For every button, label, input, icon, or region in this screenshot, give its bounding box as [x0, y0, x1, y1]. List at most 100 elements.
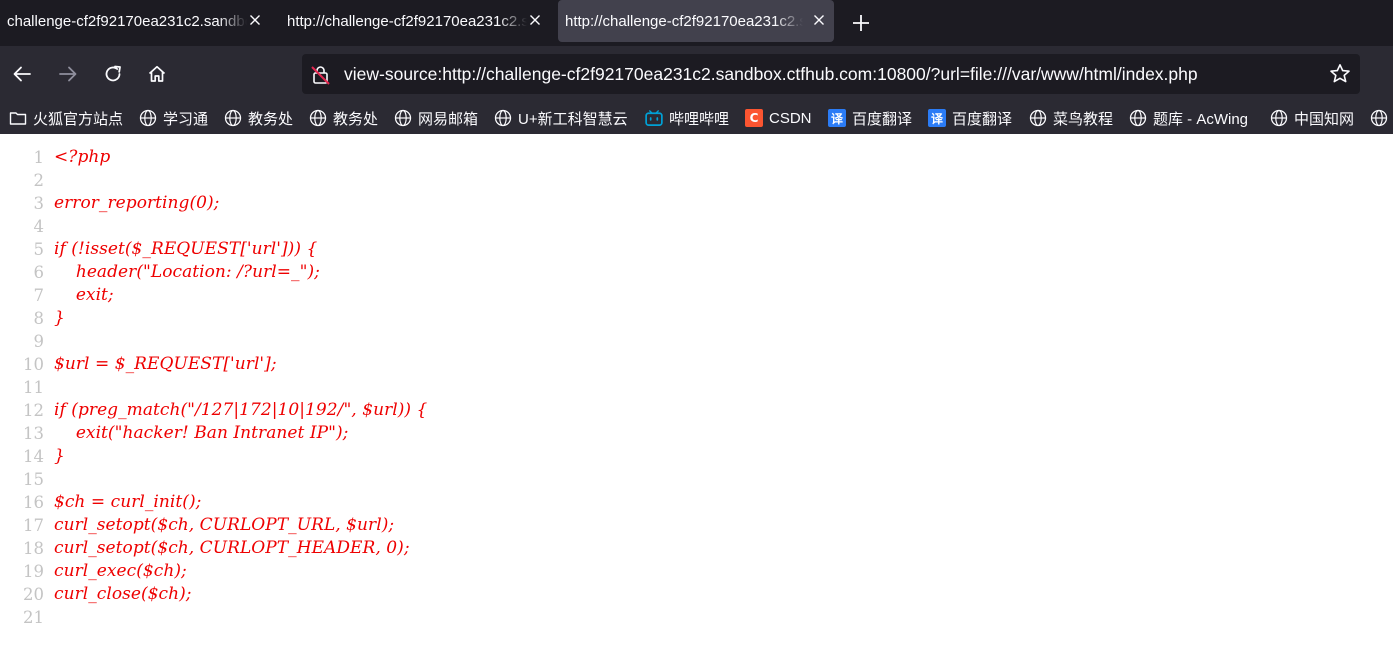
code-text: if (!isset($_REQUEST['url'])) {	[54, 239, 318, 259]
code-text: }	[54, 446, 65, 466]
bookmark-item[interactable]: U+新工科智慧云	[494, 102, 628, 134]
code-text: exit("hacker! Ban Intranet IP");	[54, 423, 349, 443]
line-number: 4	[33, 217, 45, 236]
line-number: 2	[33, 171, 45, 190]
forward-button[interactable]	[54, 60, 82, 88]
code-text: <?php	[54, 147, 111, 167]
back-button[interactable]	[8, 60, 36, 88]
code-text: header("Location: /?url=_");	[54, 262, 320, 282]
line-number: 1	[33, 148, 45, 167]
bookmark-item[interactable]: 学习通	[139, 102, 208, 134]
bookmark-item[interactable]: C CSDN	[745, 102, 812, 134]
plus-icon	[853, 15, 869, 31]
source-line: 19 curl_exec($ch);	[0, 560, 1393, 583]
bookmark-label: U+新工科智慧云	[518, 110, 628, 128]
code-text: curl_setopt($ch, CURLOPT_URL, $url);	[54, 515, 395, 535]
globe-icon	[1370, 109, 1388, 127]
baidu-translate-glyph: 译	[828, 109, 846, 127]
bookmark-item[interactable]: 哔哩哔哩	[645, 102, 729, 134]
code-text: $ch = curl_init();	[54, 492, 202, 512]
bookmark-label: 题库 - AcWing	[1153, 110, 1249, 128]
csdn-icon: C	[745, 109, 763, 127]
line-number: 10	[23, 355, 44, 374]
address-bar[interactable]: view-source:http://challenge-cf2f92170ea…	[302, 54, 1360, 94]
line-number: 19	[23, 562, 44, 581]
source-line: 14}	[0, 445, 1393, 468]
source-line: 5 if (!isset($_REQUEST['url'])) {	[0, 238, 1393, 261]
source-line: 13 exit("hacker! Ban Intranet IP");	[0, 422, 1393, 445]
source-line: 4	[0, 215, 1393, 238]
close-icon[interactable]	[810, 11, 828, 29]
bookmark-item[interactable]: 教务处	[309, 102, 378, 134]
line-number: 11	[23, 378, 44, 397]
code-text: exit;	[54, 285, 114, 305]
reload-button[interactable]	[99, 60, 127, 88]
bookmark-star-icon[interactable]	[1328, 62, 1352, 86]
source-line: 2	[0, 169, 1393, 192]
line-number: 6	[33, 263, 45, 282]
baidu-translate-glyph: 译	[928, 109, 946, 127]
bookmark-label: 教务处	[248, 110, 294, 128]
bookmark-item[interactable]: 菜鸟教程	[1029, 102, 1113, 134]
arrow-right-icon	[59, 66, 77, 82]
tab-strip: challenge-cf2f92170ea231c2.sandbox.ctfhu…	[0, 0, 1393, 46]
baidu-translate-icon: 译	[928, 109, 946, 127]
close-icon[interactable]	[526, 11, 544, 29]
source-line: 1 <?php	[0, 146, 1393, 169]
code-text: }	[54, 308, 65, 328]
bookmark-item[interactable]: 译 百度翻译	[828, 102, 912, 134]
line-number: 14	[23, 447, 44, 466]
bookmark-item[interactable]: 译 百度翻译	[928, 102, 1012, 134]
baidu-translate-icon: 译	[828, 109, 846, 127]
arrow-left-icon	[13, 66, 31, 82]
code-text: curl_exec($ch);	[54, 561, 187, 581]
bookmark-label: 网易邮箱	[418, 110, 479, 128]
source-line: 7 exit;	[0, 284, 1393, 307]
bookmark-item[interactable]: 教务处	[224, 102, 293, 134]
new-tab-button[interactable]	[848, 10, 874, 36]
bookmark-label: CSDN	[769, 109, 812, 127]
insecure-connection-icon[interactable]	[310, 64, 332, 86]
source-line: 6 header("Location: /?url=_");	[0, 261, 1393, 284]
globe-icon	[1129, 109, 1147, 127]
bookmark-label: 中国知网	[1294, 110, 1355, 128]
bookmark-label: 教务处	[333, 110, 379, 128]
tab-title: challenge-cf2f92170ea231c2.sandbox.ctfhu…	[7, 12, 247, 30]
line-number: 12	[23, 401, 44, 420]
tab-1[interactable]: challenge-cf2f92170ea231c2.sandbox.ctfhu…	[0, 0, 270, 42]
bookmark-label: 火狐官方站点	[33, 110, 124, 128]
code-text: error_reporting(0);	[54, 193, 220, 213]
source-line: 9	[0, 330, 1393, 353]
bookmark-item[interactable]: 中国知网	[1270, 102, 1354, 134]
line-number: 17	[23, 516, 44, 535]
globe-icon	[1270, 109, 1288, 127]
bookmark-item[interactable]: 题库 - AcWing	[1129, 102, 1248, 134]
line-number: 16	[23, 493, 44, 512]
tab-title: http://challenge-cf2f92170ea231c2.sandbo…	[287, 12, 527, 30]
source-line: 12 if (preg_match("/127|172|10|192/", $ur…	[0, 399, 1393, 422]
source-line: 20 curl_close($ch);	[0, 583, 1393, 606]
home-button[interactable]	[143, 60, 171, 88]
reload-icon	[105, 65, 121, 82]
bookmark-item[interactable]: 火狐官方站点	[9, 102, 123, 134]
tab-3-active[interactable]: http://challenge-cf2f92170ea231c2.sandbo…	[558, 0, 834, 42]
close-icon[interactable]	[246, 11, 264, 29]
globe-icon	[1029, 109, 1047, 127]
bookmark-label: 学习通	[163, 110, 209, 128]
bilibili-icon	[645, 109, 663, 127]
code-text: if (preg_match("/127|172|10|192/", $url)…	[54, 400, 428, 420]
source-line: 18 curl_setopt($ch, CURLOPT_HEADER, 0);	[0, 537, 1393, 560]
code-text: curl_setopt($ch, CURLOPT_HEADER, 0);	[54, 538, 410, 558]
globe-icon	[224, 109, 242, 127]
bookmark-label: 百度翻译	[852, 110, 913, 128]
tab-2[interactable]: http://challenge-cf2f92170ea231c2.sandbo…	[280, 0, 550, 42]
url-text[interactable]: view-source:http://challenge-cf2f92170ea…	[344, 64, 1198, 85]
bookmark-item[interactable]: 网易邮箱	[394, 102, 478, 134]
source-line: 15	[0, 468, 1393, 491]
line-number: 15	[23, 470, 44, 489]
globe-icon	[394, 109, 412, 127]
source-line: 16 $ch = curl_init();	[0, 491, 1393, 514]
folder-icon	[9, 109, 27, 127]
bookmark-item-partial[interactable]	[1370, 102, 1393, 134]
globe-icon	[309, 109, 327, 127]
